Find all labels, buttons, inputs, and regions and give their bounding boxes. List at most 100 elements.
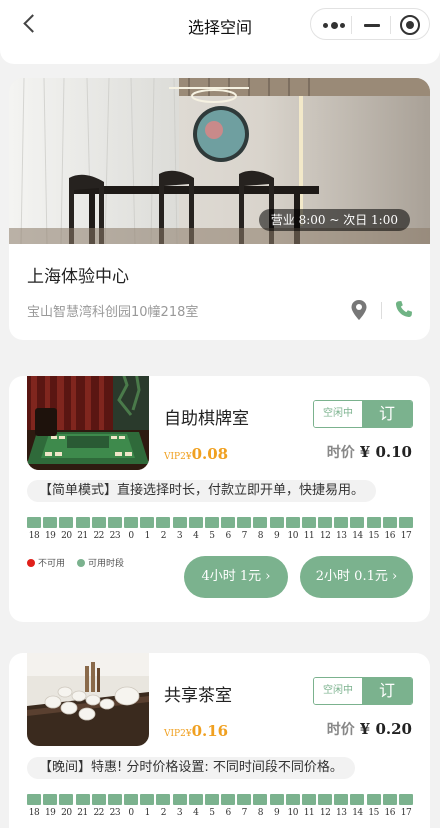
timeline-slot[interactable]	[382, 517, 397, 528]
timeline-slot[interactable]	[237, 517, 252, 528]
timeline-hour-label: 2	[160, 808, 167, 818]
timeline-hour-label: 1	[144, 808, 151, 818]
timeline-slot[interactable]	[75, 794, 90, 805]
timeline-hour-label: 9	[273, 531, 280, 541]
timeline-hour-label: 8	[257, 808, 264, 818]
book-button[interactable]: 空闲中 订	[313, 677, 413, 705]
timeline-hour-label: 20	[61, 531, 72, 541]
package-button-4h[interactable]: 4小时 1元 ›	[184, 556, 288, 598]
header-strip	[0, 50, 440, 64]
timeline-hour-label: 16	[384, 531, 396, 541]
timeline-slot[interactable]	[318, 517, 333, 528]
timeline-slot[interactable]	[27, 794, 41, 805]
book-button[interactable]: 空闲中 订	[313, 400, 413, 428]
timeline-slot[interactable]	[124, 794, 139, 805]
timeline-slot[interactable]	[221, 517, 236, 528]
timeline-hour-label: 20	[61, 808, 72, 818]
available-dot	[77, 558, 86, 567]
timeline-slot[interactable]	[285, 794, 300, 805]
timeline-hour-label: 19	[44, 808, 56, 818]
timeline-slot[interactable]	[140, 794, 155, 805]
status-badge: 空闲中	[314, 401, 362, 427]
timeline-slot[interactable]	[253, 517, 268, 528]
timeline-slot[interactable]	[318, 794, 333, 805]
room-name: 共享茶室	[164, 686, 232, 706]
vip-price: VIP2¥0.16	[164, 722, 229, 740]
timeline-slot[interactable]	[124, 517, 139, 528]
timeline-hour-label: 12	[319, 531, 331, 541]
timeline-hour-label: 13	[336, 808, 347, 818]
timeline-slot[interactable]	[107, 517, 122, 528]
timeline-hour-label: 3	[176, 808, 183, 818]
timeline-slot[interactable]	[301, 794, 316, 805]
timeline-slot[interactable]	[91, 794, 106, 805]
room-name: 自助棋牌室	[164, 409, 249, 429]
timeline-slot[interactable]	[91, 517, 106, 528]
timeline-hour-label: 21	[77, 808, 88, 818]
legend-unavailable: 不可用	[38, 559, 66, 569]
phone-icon[interactable]	[395, 300, 413, 318]
timeline-slot[interactable]	[269, 517, 284, 528]
timeline-slot[interactable]	[43, 794, 58, 805]
timeline-slot[interactable]	[350, 794, 365, 805]
timeline-slot[interactable]	[269, 794, 284, 805]
timeline-slot[interactable]	[366, 794, 381, 805]
timeline-slot[interactable]	[334, 794, 349, 805]
timeline-slot[interactable]	[301, 517, 316, 528]
timeline-hour-label: 0	[128, 808, 134, 818]
timeline-hour-label: 7	[241, 531, 248, 541]
timeline-slot[interactable]	[188, 794, 203, 805]
mode-description: 【晚间】特惠! 分时价格设置: 不同时间段不同价格。	[27, 757, 355, 779]
package-button-2h[interactable]: 2小时 0.1元 ›	[300, 556, 413, 598]
timeline-slot[interactable]	[334, 517, 349, 528]
timeline-slot[interactable]	[221, 794, 236, 805]
timeline-slot[interactable]	[172, 794, 187, 805]
timeline-slot[interactable]	[75, 517, 90, 528]
timeline-slot[interactable]	[172, 517, 187, 528]
timeline-hour-label: 6	[225, 531, 231, 541]
timeline-slot[interactable]	[398, 517, 413, 528]
timeline-slot[interactable]	[107, 794, 122, 805]
timeline-hour-label: 23	[109, 531, 121, 541]
availability-timeline: 18 19 20 21 22 23 0 1 2 3 4 5 6 7 8 9 10 11 12 13 14 15 16 17	[27, 517, 413, 541]
timeline-hour-label: 18	[28, 808, 40, 818]
hourly-price: 时价 ¥ 0.10	[326, 443, 412, 461]
close-icon[interactable]	[400, 15, 420, 35]
timeline-slot[interactable]	[285, 517, 300, 528]
timeline-hour-label: 4	[193, 531, 199, 541]
timeline-slot[interactable]	[366, 517, 381, 528]
vip-price: VIP2¥0.08	[164, 445, 229, 463]
timeline-slot[interactable]	[59, 517, 74, 528]
timeline-slot[interactable]	[237, 794, 252, 805]
timeline-slot[interactable]	[382, 794, 397, 805]
timeline-slot[interactable]	[156, 517, 171, 528]
timeline-bars	[27, 794, 413, 805]
timeline-hour-label: 5	[209, 808, 215, 818]
timeline-slot[interactable]	[350, 517, 365, 528]
timeline-slot[interactable]	[59, 794, 74, 805]
timeline-slot[interactable]	[140, 517, 155, 528]
timeline-hour-label: 0	[128, 531, 134, 541]
timeline-hours: 18 19 20 21 22 23 0 1 2 3 4 5 6 7 8 9 10 11 12 13 14 15 16 17	[27, 531, 413, 541]
location-icon[interactable]	[351, 300, 367, 320]
room-card-chess[interactable]: 自助棋牌室 VIP2¥0.08 空闲中 订 时价 ¥ 0.10 【简单模式】直接…	[9, 376, 430, 622]
timeline-hour-label: 3	[176, 531, 183, 541]
timeline-slot[interactable]	[156, 794, 171, 805]
minimize-icon[interactable]	[364, 24, 380, 27]
timeline-hour-label: 23	[109, 808, 121, 818]
timeline-hour-label: 11	[303, 531, 315, 541]
timeline-hour-label: 9	[273, 808, 280, 818]
timeline-slot[interactable]	[188, 517, 203, 528]
timeline-slot[interactable]	[204, 517, 219, 528]
store-name: 上海体验中心	[27, 267, 129, 287]
timeline-slot[interactable]	[43, 517, 58, 528]
timeline-slot[interactable]	[398, 794, 413, 805]
timeline-slot[interactable]	[204, 794, 219, 805]
timeline-slot[interactable]	[27, 517, 41, 528]
more-icon[interactable]	[323, 18, 345, 32]
timeline-hour-label: 22	[93, 531, 104, 541]
order-label: 订	[362, 678, 412, 704]
room-card-tea[interactable]: 共享茶室 VIP2¥0.16 空闲中 订 时价 ¥ 0.20 【晚间】特惠! 分…	[9, 653, 430, 828]
legend-available: 可用时段	[88, 559, 125, 569]
timeline-slot[interactable]	[253, 794, 268, 805]
